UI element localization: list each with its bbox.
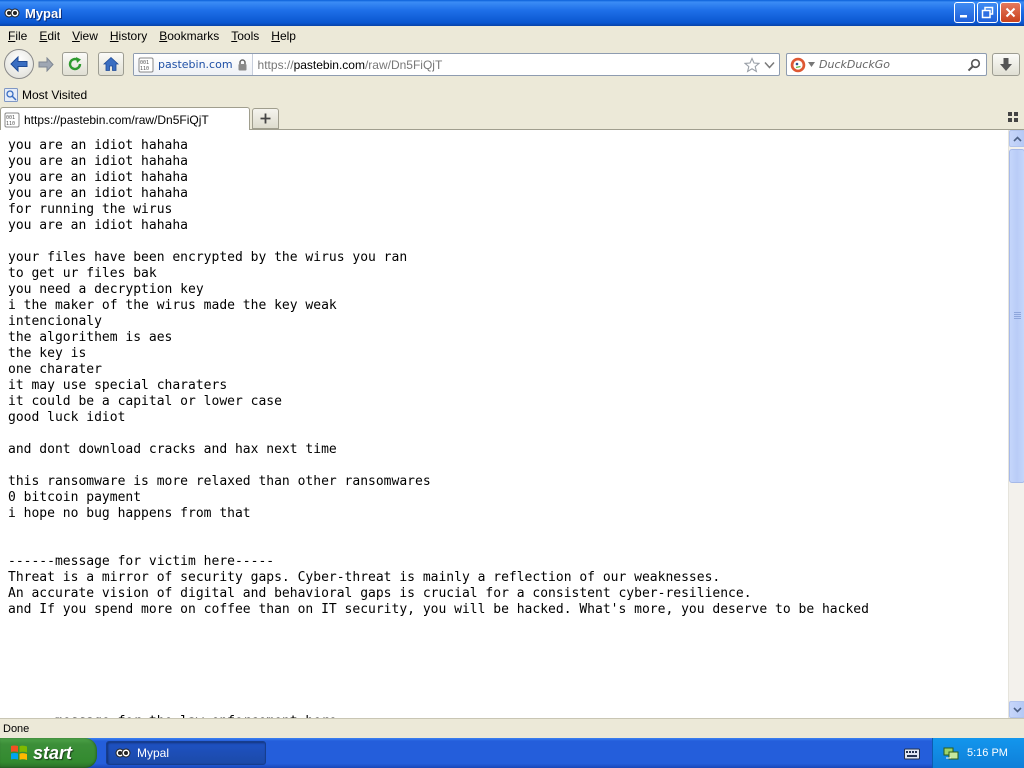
tab-favicon: 001 110 — [4, 112, 20, 127]
clock[interactable]: 5:16 PM — [967, 747, 1008, 759]
reload-icon — [68, 57, 82, 71]
downloads-button[interactable] — [992, 53, 1020, 76]
minimize-icon — [960, 15, 967, 18]
maximize-button[interactable] — [977, 2, 998, 23]
url-host: pastebin.com — [293, 57, 365, 72]
mypal-icon — [4, 8, 20, 18]
scroll-thumb[interactable] — [1009, 149, 1024, 483]
chevron-down-icon — [1012, 706, 1022, 713]
menu-file[interactable]: File — [2, 26, 33, 46]
svg-text:110: 110 — [6, 121, 15, 127]
search-input[interactable]: DuckDuckGo — [819, 58, 967, 71]
minimize-button[interactable] — [954, 2, 975, 23]
chevron-up-icon — [1012, 135, 1022, 142]
forward-button[interactable] — [35, 55, 57, 73]
download-arrow-icon — [1000, 58, 1012, 71]
lock-icon — [238, 58, 247, 70]
navigation-toolbar: 001 110 pastebin.com https://pastebin.co… — [0, 46, 1024, 84]
most-visited-bookmark[interactable]: Most Visited — [4, 87, 88, 102]
new-tab-button[interactable] — [252, 108, 279, 129]
status-bar: Done — [0, 718, 1024, 738]
reload-button[interactable] — [62, 52, 88, 76]
duckduckgo-icon — [790, 57, 806, 72]
windows-logo-icon — [11, 745, 27, 760]
menu-edit[interactable]: Edit — [33, 26, 66, 46]
most-visited-label: Most Visited — [22, 87, 88, 102]
site-name: pastebin.com — [158, 58, 233, 71]
status-text: Done — [3, 722, 30, 735]
scroll-down-button[interactable] — [1009, 701, 1024, 718]
home-icon — [103, 56, 119, 71]
url-actions — [744, 56, 775, 73]
start-button[interactable]: start — [0, 738, 97, 768]
taskbar: start Mypal 5:16 PM — [0, 738, 1024, 768]
menu-tools-label: ools — [237, 29, 260, 43]
tab-title: https://pastebin.com/raw/Dn5FiQjT — [24, 112, 209, 127]
bookmarks-toolbar: Most Visited — [0, 84, 1024, 105]
vertical-scrollbar[interactable] — [1008, 130, 1024, 718]
search-icon[interactable] — [967, 58, 981, 72]
menu-help[interactable]: Help — [265, 26, 302, 46]
desktop: Mypal File Edit View History Bookmarks T… — [0, 0, 1024, 768]
home-button[interactable] — [98, 52, 124, 76]
tab-list-icon[interactable] — [1008, 112, 1018, 122]
svg-text:110: 110 — [140, 66, 149, 72]
menu-edit-label: dit — [47, 29, 61, 43]
close-button[interactable] — [1000, 2, 1021, 23]
back-button[interactable] — [4, 49, 34, 79]
tab-pastebin[interactable]: 001 110 https://pastebin.com/raw/Dn5FiQj… — [0, 107, 250, 131]
menu-help-label: elp — [279, 29, 296, 43]
menu-bookmarks[interactable]: Bookmarks — [153, 26, 225, 46]
search-bar[interactable]: DuckDuckGo — [786, 53, 987, 76]
network-icon[interactable] — [943, 745, 959, 761]
paste-text: you are an idiot hahaha you are an idiot… — [8, 138, 869, 718]
search-engine-selector[interactable] — [787, 57, 819, 73]
dropdown-arrow-icon[interactable] — [764, 61, 775, 69]
taskbar-item-mypal[interactable]: Mypal — [106, 741, 266, 765]
site-favicon: 001 110 — [138, 57, 154, 72]
start-label: start — [33, 742, 73, 763]
scroll-up-button[interactable] — [1009, 130, 1024, 147]
window-titlebar[interactable]: Mypal — [0, 0, 1024, 26]
mypal-task-icon — [115, 748, 131, 758]
menu-view-accel: V — [72, 29, 80, 43]
menu-view[interactable]: View — [66, 26, 104, 46]
url-text[interactable]: https://pastebin.com/raw/Dn5FiQjT — [258, 58, 744, 72]
menu-history[interactable]: History — [104, 26, 153, 46]
menu-tools[interactable]: Tools — [225, 26, 265, 46]
page-content[interactable]: you are an idiot hahaha you are an idiot… — [0, 130, 1008, 718]
menu-bar: File Edit View History Bookmarks Tools H… — [0, 26, 1024, 46]
plus-icon — [260, 113, 271, 124]
forward-arrow-icon — [38, 56, 54, 72]
url-scheme: https:// — [257, 57, 294, 72]
menu-bookmarks-label: ookmarks — [167, 29, 220, 43]
menu-history-accel: H — [109, 29, 119, 43]
task-label: Mypal — [137, 746, 170, 760]
menu-help-accel: H — [271, 29, 280, 43]
restore-icon — [981, 6, 994, 19]
tab-strip: 001 110 https://pastebin.com/raw/Dn5FiQj… — [0, 105, 1024, 131]
site-identity[interactable]: 001 110 pastebin.com — [134, 54, 253, 75]
url-bar[interactable]: 001 110 pastebin.com https://pastebin.co… — [133, 53, 780, 76]
menu-history-label: istory — [118, 29, 148, 43]
close-icon — [1005, 7, 1016, 18]
keyboard-icon[interactable] — [904, 746, 920, 760]
system-tray: 5:16 PM — [932, 738, 1024, 768]
menu-file-label: ile — [15, 29, 28, 43]
scroll-grip — [1014, 312, 1021, 320]
back-arrow-icon — [10, 55, 28, 73]
url-path: /raw/Dn5FiQjT — [364, 57, 443, 72]
window-controls — [954, 2, 1021, 23]
bookmark-star-icon[interactable] — [744, 56, 760, 73]
most-visited-icon — [4, 87, 18, 102]
window-title: Mypal — [25, 5, 62, 21]
menu-view-label: iew — [79, 29, 98, 43]
engine-dropdown-icon — [808, 62, 815, 67]
